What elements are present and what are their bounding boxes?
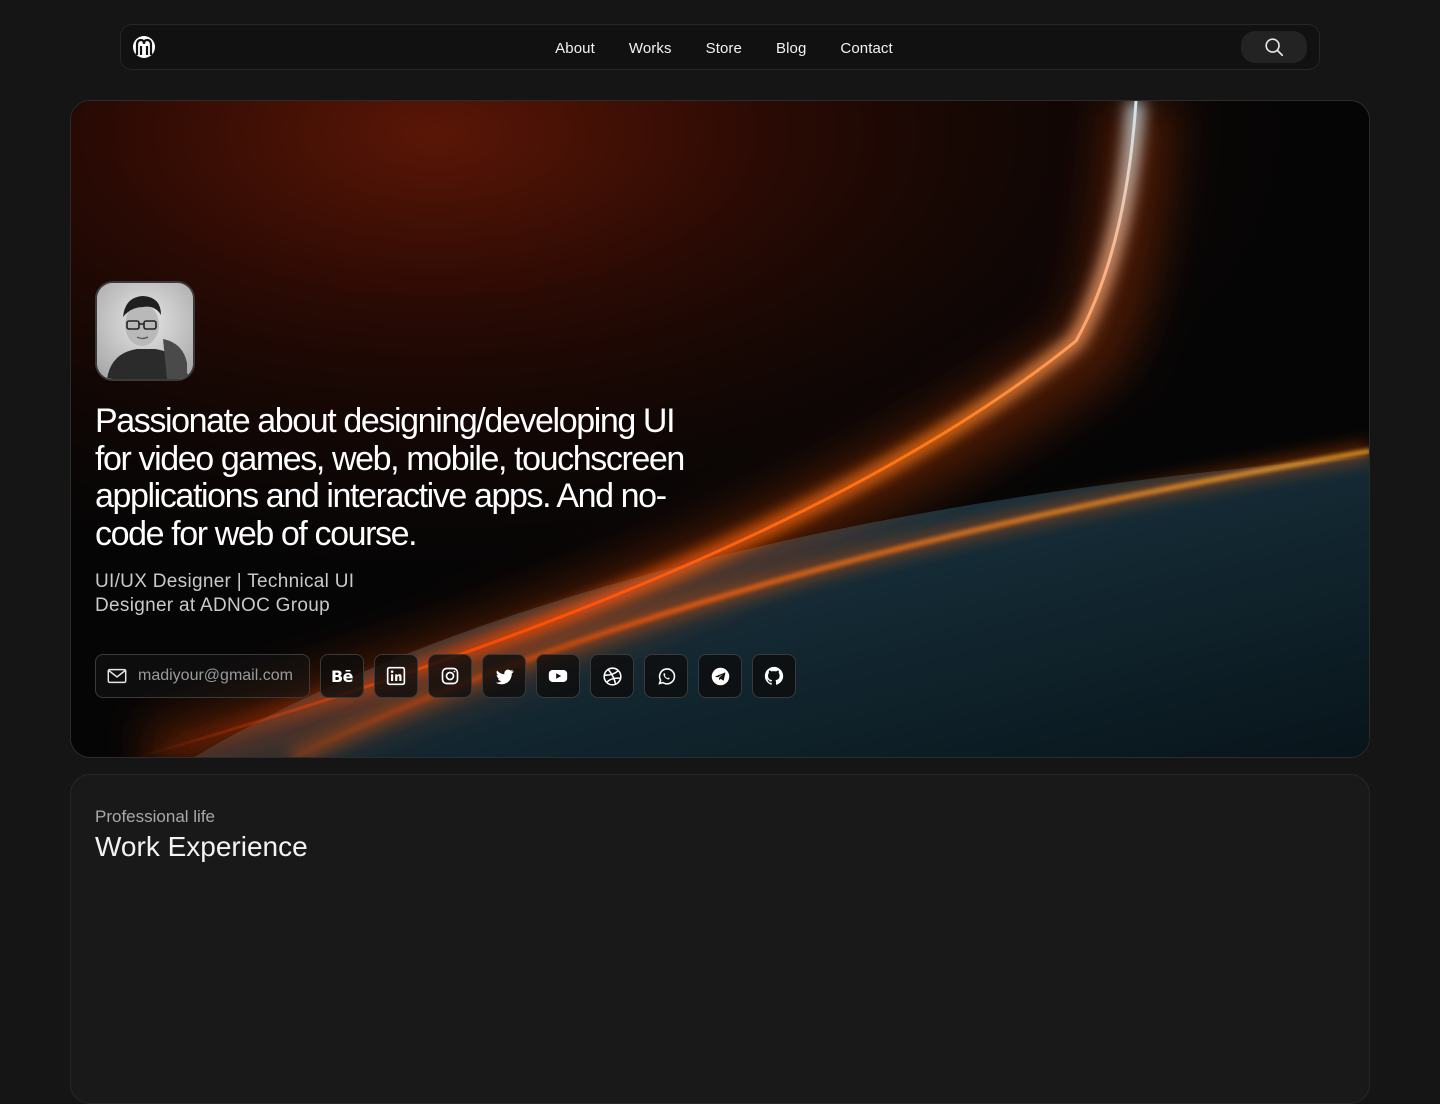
contact-row: madiyour@gmail.com Bē — [95, 654, 796, 698]
hero-subtitle: UI/UX Designer | Technical UI Designer a… — [95, 571, 355, 616]
instagram-icon — [441, 667, 459, 685]
nav-links: About Works Store Blog Contact — [121, 25, 1319, 71]
section-kicker: Professional life — [95, 807, 216, 826]
github-icon — [764, 666, 784, 685]
nav-link-contact[interactable]: Contact — [840, 40, 892, 57]
top-navbar: About Works Store Blog Contact — [120, 24, 1320, 70]
youtube-button[interactable] — [536, 654, 580, 698]
mail-icon — [107, 668, 127, 684]
search-icon — [1265, 38, 1284, 57]
work-experience-section: Professional life Work Experience — [70, 774, 1370, 1104]
twitter-icon — [495, 669, 514, 684]
email-address: madiyour@gmail.com — [138, 667, 293, 684]
avatar — [95, 281, 195, 381]
nav-link-blog[interactable]: Blog — [776, 40, 806, 57]
behance-icon: Bē — [330, 666, 354, 686]
nav-link-about[interactable]: About — [555, 40, 595, 57]
twitter-button[interactable] — [482, 654, 526, 698]
telegram-icon — [711, 667, 729, 685]
github-button[interactable] — [752, 654, 796, 698]
whatsapp-button[interactable] — [644, 654, 688, 698]
instagram-button[interactable] — [428, 654, 472, 698]
youtube-icon — [548, 670, 568, 682]
linkedin-icon — [386, 666, 406, 686]
nav-link-store[interactable]: Store — [706, 40, 742, 57]
behance-button[interactable]: Bē — [320, 654, 364, 698]
profile-photo — [97, 283, 193, 379]
linkedin-button[interactable] — [374, 654, 418, 698]
brand-logo-icon[interactable] — [132, 35, 156, 59]
section-title: Work Experience — [95, 831, 308, 862]
telegram-button[interactable] — [698, 654, 742, 698]
email-link[interactable]: madiyour@gmail.com — [95, 654, 310, 698]
whatsapp-icon — [657, 667, 675, 685]
dribbble-button[interactable] — [590, 654, 634, 698]
dribbble-icon — [602, 666, 622, 686]
nav-link-works[interactable]: Works — [629, 40, 672, 57]
hero-headline: Passionate about designing/developing UI… — [95, 402, 685, 553]
search-button[interactable] — [1241, 31, 1307, 63]
hero-card: Passionate about designing/developing UI… — [70, 100, 1370, 758]
